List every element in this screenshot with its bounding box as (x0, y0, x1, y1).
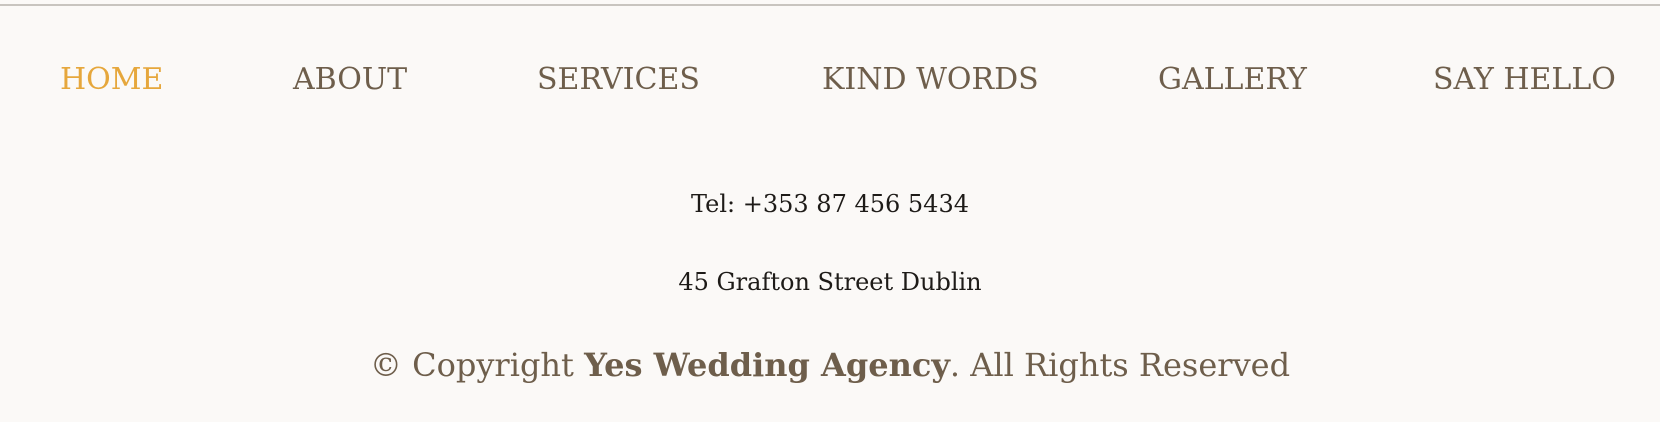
nav-link-about[interactable]: ABOUT (293, 55, 407, 105)
copyright-prefix: © Copyright (369, 346, 585, 384)
footer-copyright: © Copyright Yes Wedding Agency. All Righ… (0, 346, 1660, 384)
copyright-suffix: . All Rights Reserved (949, 346, 1291, 384)
nav-link-say-hello[interactable]: SAY HELLO (1433, 55, 1616, 105)
agency-name: Yes Wedding Agency (584, 346, 950, 384)
main-navigation: HOME ABOUT SERVICES KIND WORDS GALLERY S… (0, 55, 1660, 105)
contact-address: 45 Grafton Street Dublin (678, 268, 982, 296)
nav-link-kind-words[interactable]: KIND WORDS (822, 55, 1039, 105)
contact-telephone: Tel: +353 87 456 5434 (691, 190, 969, 218)
nav-link-home[interactable]: HOME (60, 55, 163, 105)
nav-link-gallery[interactable]: GALLERY (1158, 55, 1307, 105)
top-divider (0, 4, 1660, 6)
nav-link-services[interactable]: SERVICES (537, 55, 700, 105)
